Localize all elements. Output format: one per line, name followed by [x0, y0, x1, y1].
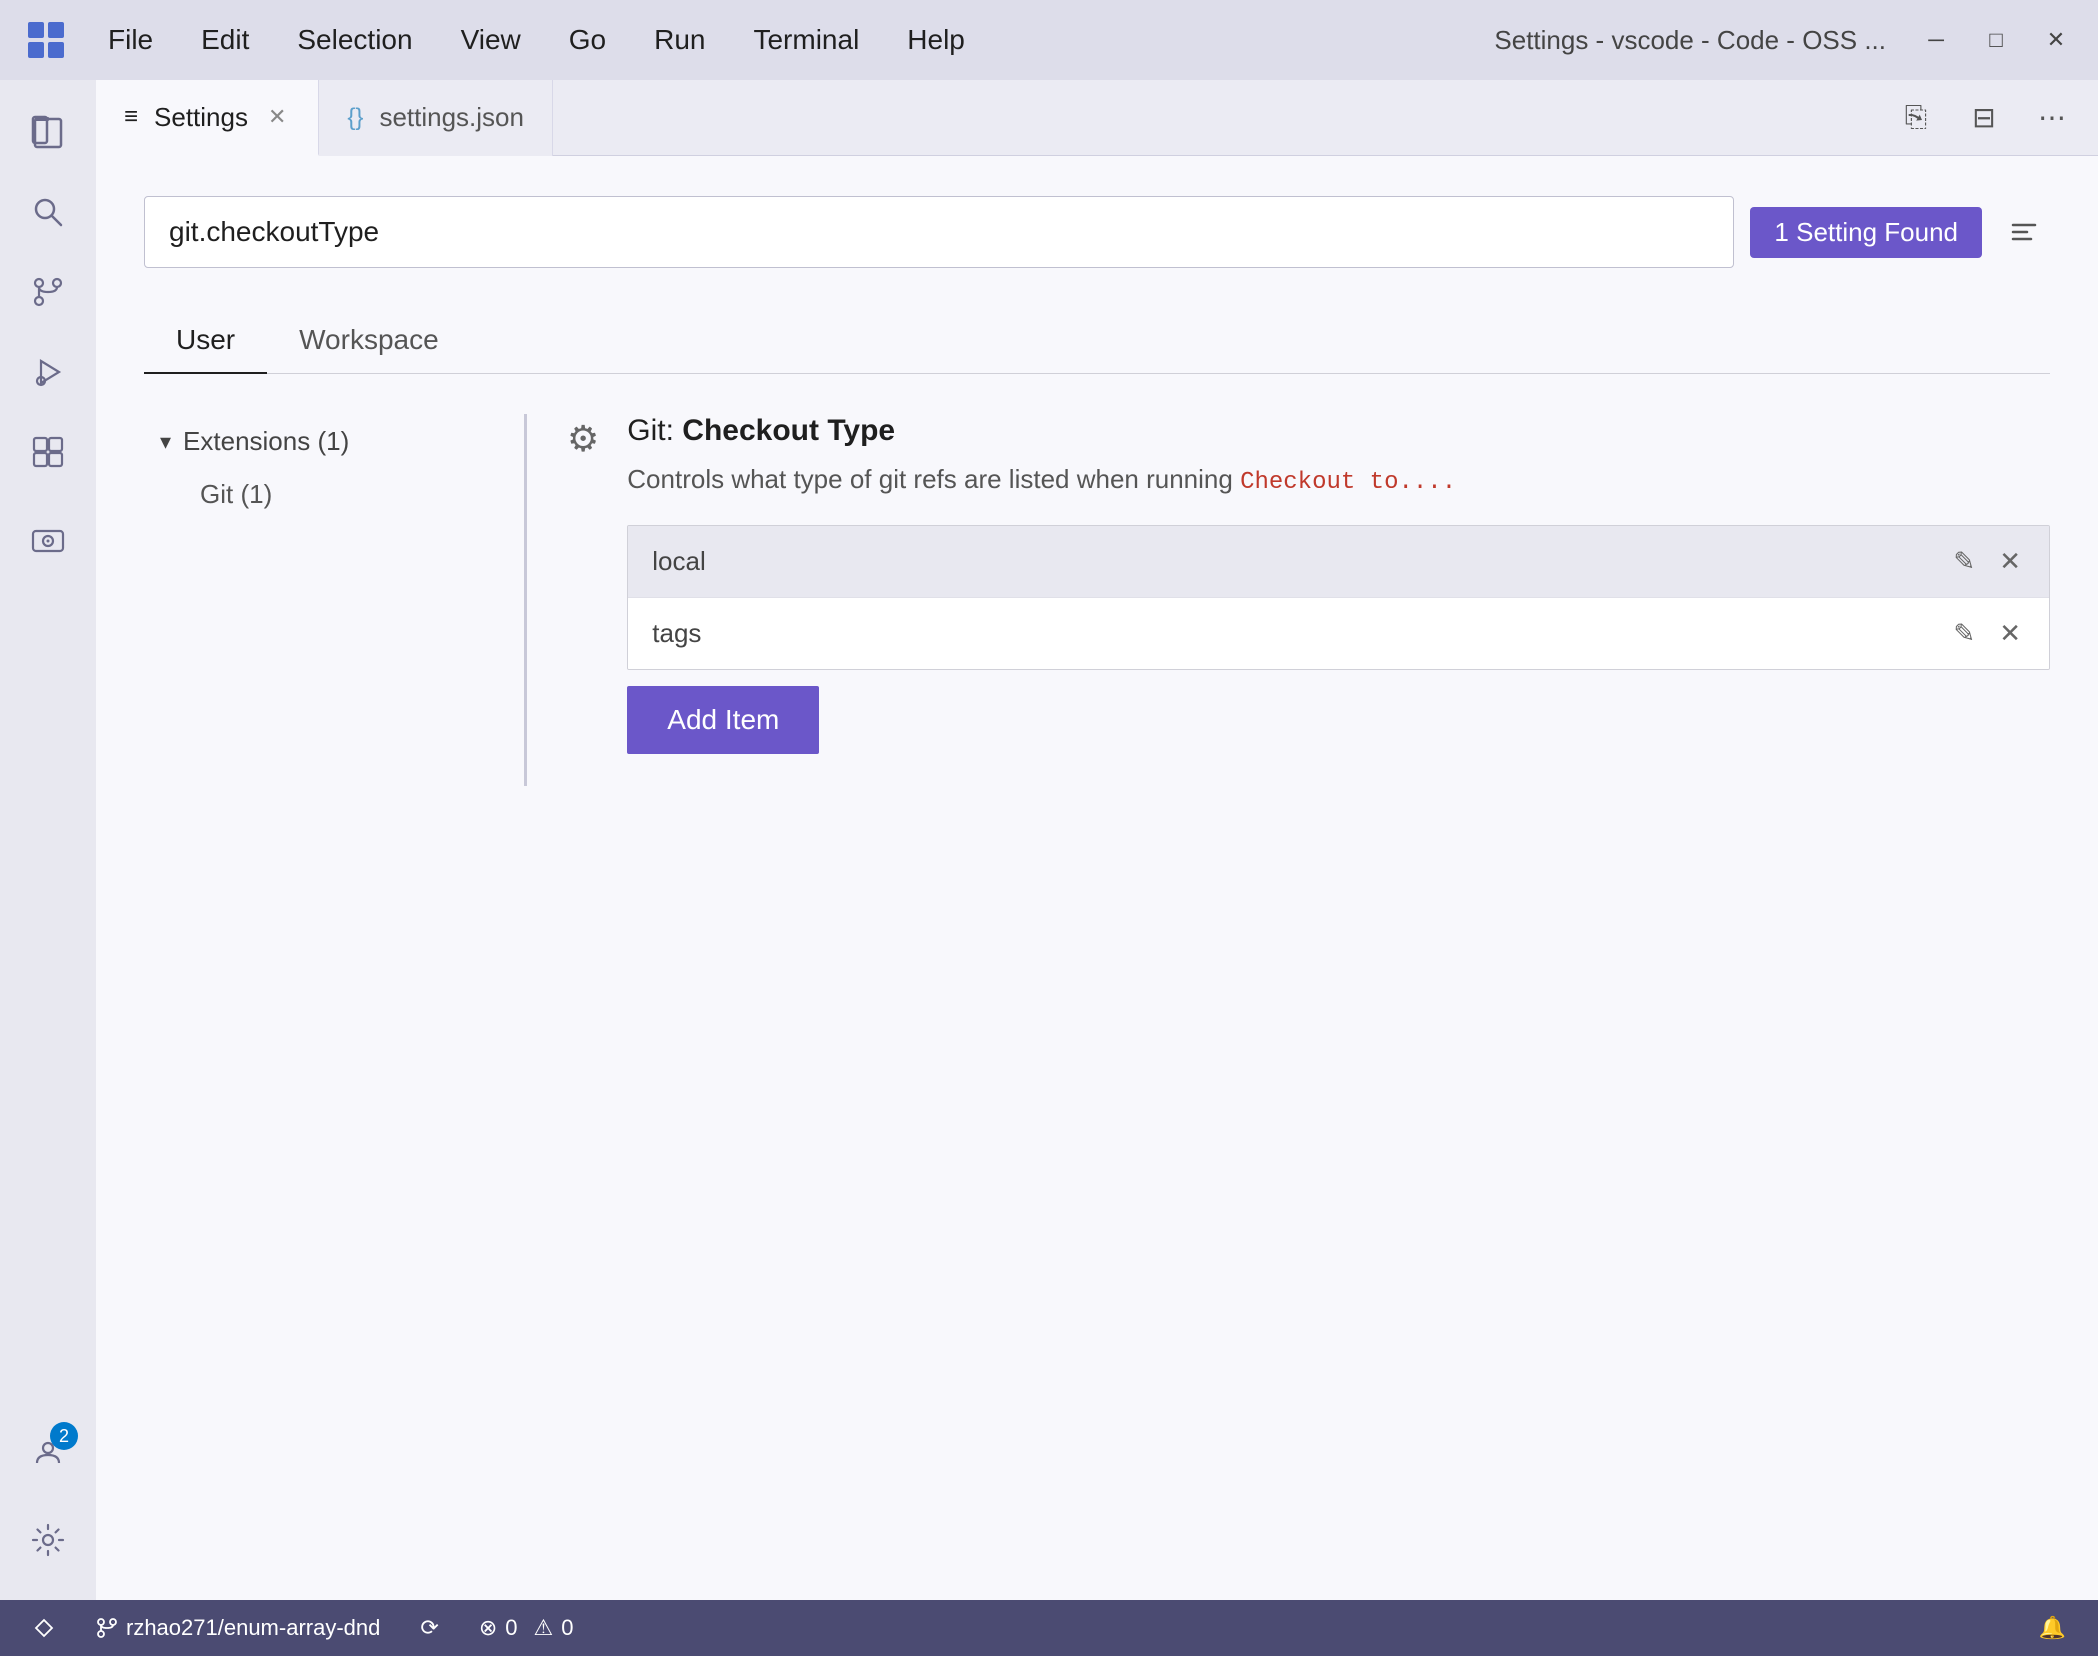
activity-manage[interactable] [12, 1504, 84, 1576]
list-item-local-text: local [652, 546, 1949, 577]
close-button[interactable]: ✕ [2038, 22, 2074, 58]
window-title: Settings - vscode - Code - OSS ... [1494, 25, 1886, 56]
menu-terminal[interactable]: Terminal [745, 20, 867, 60]
list-item-tags: tags ✎ ✕ [628, 598, 2049, 669]
activity-github[interactable]: 2 [12, 1416, 84, 1488]
tab-user[interactable]: User [144, 308, 267, 374]
errors-status[interactable]: ⊗ 0 ⚠ 0 [471, 1611, 582, 1645]
status-bar-left: rzhao271/enum-array-dnd ⟳ ⊗ 0 ⚠ 0 [24, 1611, 581, 1645]
minimize-button[interactable]: ─ [1918, 22, 1954, 58]
settings-tabs: User Workspace [144, 308, 2050, 374]
error-icon: ⊗ [479, 1615, 497, 1641]
menu-help[interactable]: Help [899, 20, 973, 60]
remote-status[interactable] [24, 1612, 64, 1644]
setting-description: Controls what type of git refs are liste… [627, 460, 2050, 501]
settings-content: 1 Setting Found User Workspace [96, 156, 2098, 1600]
search-results-badge: 1 Setting Found [1750, 207, 1982, 258]
setting-title-bold: Checkout Type [682, 414, 895, 447]
title-bar: File Edit Selection View Go Run Terminal… [0, 0, 2098, 80]
list-item-local: local ✎ ✕ [628, 526, 2049, 598]
list-item-tags-actions: ✎ ✕ [1949, 614, 2025, 653]
main-layout: 2 ≡ Settings ✕ {} settings.json ⎘ ⊟ [0, 80, 2098, 1600]
menu-edit[interactable]: Edit [193, 20, 257, 60]
warning-icon: ⚠ [534, 1615, 554, 1641]
activity-remote[interactable] [12, 504, 84, 576]
list-item-local-actions: ✎ ✕ [1949, 542, 2025, 581]
menu-bar: File Edit Selection View Go Run Terminal… [100, 20, 1462, 60]
setting-code-ref: Checkout to.... [1240, 469, 1456, 496]
accounts-badge: 2 [50, 1422, 78, 1450]
nav-extensions-label: Extensions (1) [183, 426, 349, 457]
activity-explorer[interactable] [12, 96, 84, 168]
setting-checkout-type: ⚙ Git: Checkout Type Controls what type … [567, 414, 2050, 754]
tab-settings-label: Settings [154, 102, 248, 133]
editor-layout-button[interactable]: ⊟ [1958, 92, 2010, 144]
list-item-tags-text: tags [652, 618, 1949, 649]
settings-detail: ⚙ Git: Checkout Type Controls what type … [524, 414, 2050, 786]
window-controls: ─ □ ✕ [1918, 22, 2074, 58]
warning-count: 0 [561, 1615, 573, 1641]
nav-extensions[interactable]: ▾ Extensions (1) [144, 414, 500, 469]
activity-search[interactable] [12, 176, 84, 248]
setting-desc-text: Controls what type of git refs are liste… [627, 464, 1233, 494]
tab-json-label: settings.json [379, 102, 524, 133]
chevron-down-icon: ▾ [160, 429, 171, 455]
tab-settings-json[interactable]: {} settings.json [319, 80, 553, 156]
editor-area: ≡ Settings ✕ {} settings.json ⎘ ⊟ ⋯ 1 Se… [96, 80, 2098, 1600]
clear-search-button[interactable] [1998, 206, 2050, 258]
maximize-button[interactable]: □ [1978, 22, 2014, 58]
menu-run[interactable]: Run [646, 20, 713, 60]
sync-icon: ⟳ [420, 1615, 438, 1641]
activity-source-control[interactable] [12, 256, 84, 328]
setting-title-prefix: Git: [627, 414, 682, 447]
bell-icon: 🔔 [2039, 1615, 2066, 1641]
add-item-button[interactable]: Add Item [627, 686, 819, 754]
setting-title: Git: Checkout Type [627, 414, 2050, 448]
delete-tags-button[interactable]: ✕ [1995, 614, 2025, 653]
sync-status[interactable]: ⟳ [412, 1611, 446, 1645]
activity-bar: 2 [0, 80, 96, 1600]
notification-bell[interactable]: 🔔 [2031, 1611, 2074, 1645]
split-editor-button[interactable]: ⎘ [1890, 92, 1942, 144]
activity-extensions[interactable] [12, 416, 84, 488]
error-count: 0 [505, 1615, 517, 1641]
tab-bar: ≡ Settings ✕ {} settings.json ⎘ ⊟ ⋯ [96, 80, 2098, 156]
status-bar: rzhao271/enum-array-dnd ⟳ ⊗ 0 ⚠ 0 🔔 [0, 1600, 2098, 1656]
tab-bar-actions: ⎘ ⊟ ⋯ [1890, 92, 2098, 144]
menu-view[interactable]: View [453, 20, 529, 60]
setting-body: Git: Checkout Type Controls what type of… [627, 414, 2050, 754]
branch-name: rzhao271/enum-array-dnd [126, 1615, 380, 1641]
settings-nav: ▾ Extensions (1) Git (1) [144, 414, 524, 786]
tab-json-icon: {} [347, 104, 363, 132]
settings-body: ▾ Extensions (1) Git (1) ⚙ Git: Checkout… [144, 414, 2050, 786]
setting-list: local ✎ ✕ tags ✎ [627, 525, 2050, 670]
setting-gear-icon[interactable]: ⚙ [567, 414, 599, 754]
app-logo [24, 18, 68, 62]
edit-tags-button[interactable]: ✎ [1949, 614, 1979, 653]
menu-go[interactable]: Go [561, 20, 614, 60]
delete-local-button[interactable]: ✕ [1995, 542, 2025, 581]
tab-workspace[interactable]: Workspace [267, 308, 471, 374]
nav-git[interactable]: Git (1) [144, 469, 500, 520]
search-bar: 1 Setting Found [144, 196, 2050, 268]
tab-settings-close[interactable]: ✕ [264, 102, 290, 132]
status-bar-right: 🔔 [2031, 1611, 2074, 1645]
edit-local-button[interactable]: ✎ [1949, 542, 1979, 581]
search-input[interactable] [144, 196, 1734, 268]
tab-settings[interactable]: ≡ Settings ✕ [96, 80, 319, 156]
branch-status[interactable]: rzhao271/enum-array-dnd [88, 1611, 388, 1645]
more-actions-button[interactable]: ⋯ [2026, 92, 2078, 144]
activity-run[interactable] [12, 336, 84, 408]
menu-file[interactable]: File [100, 20, 161, 60]
tab-settings-icon: ≡ [124, 103, 138, 131]
menu-selection[interactable]: Selection [289, 20, 420, 60]
